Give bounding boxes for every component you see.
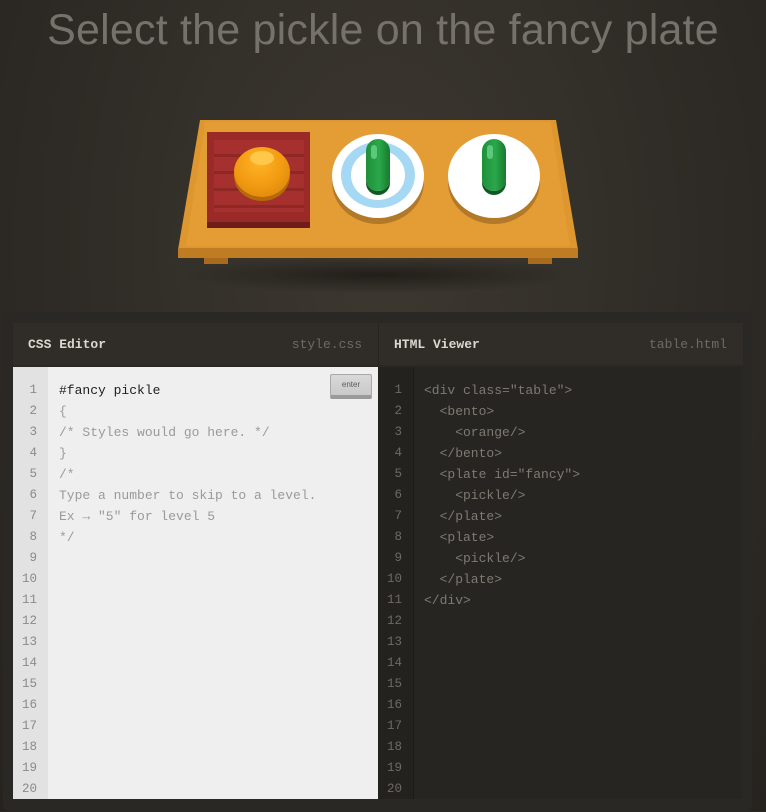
markup-line[interactable]: </bento> xyxy=(424,443,580,464)
table-leg-left xyxy=(204,257,228,264)
css-code[interactable]: #fancy pickle { /* Styles would go here. *… xyxy=(59,380,316,548)
line-number: 20 xyxy=(386,782,402,796)
line-number: 11 xyxy=(386,593,402,607)
line-number: 1 xyxy=(394,383,402,397)
line-number: 4 xyxy=(394,446,402,460)
line-number: 11 xyxy=(21,593,37,607)
line-number: 15 xyxy=(386,677,402,691)
css-selector-input[interactable]: #fancy pickle xyxy=(59,380,316,401)
html-file-name: table.html xyxy=(648,337,727,352)
table-edge xyxy=(178,248,578,258)
markup-line[interactable]: <orange/> xyxy=(424,422,580,443)
line-number: 8 xyxy=(29,530,37,544)
line-number: 9 xyxy=(394,551,402,565)
line-number: 3 xyxy=(394,425,402,439)
line-number: 5 xyxy=(394,467,402,481)
markup-line[interactable]: <plate id="fancy"> xyxy=(424,464,580,485)
css-file-name: style.css xyxy=(291,337,362,352)
line-number: 14 xyxy=(21,656,37,670)
html-viewer-title: HTML Viewer xyxy=(394,337,480,352)
table-shadow xyxy=(180,256,580,294)
line-number: 14 xyxy=(386,656,402,670)
markup-line[interactable]: <div class="table"> xyxy=(424,380,580,401)
line-number: 7 xyxy=(29,509,37,523)
line-number: 15 xyxy=(21,677,37,691)
line-number: 17 xyxy=(21,719,37,733)
code-line: } xyxy=(59,446,67,461)
html-markup: <div class="table"> <bento> <orange/> </… xyxy=(424,380,580,611)
line-number: 9 xyxy=(29,551,37,565)
line-number: 5 xyxy=(29,467,37,481)
markup-line[interactable]: <pickle/> xyxy=(424,548,580,569)
code-line: Ex → "5" for level 5 xyxy=(59,509,216,524)
line-number: 7 xyxy=(394,509,402,523)
line-number: 6 xyxy=(29,488,37,502)
markup-line[interactable]: </plate> xyxy=(424,506,580,527)
line-number: 4 xyxy=(29,446,37,460)
line-number: 12 xyxy=(386,614,402,628)
line-number: 2 xyxy=(29,404,37,418)
code-line: Type a number to skip to a level. xyxy=(59,488,317,503)
line-number: 20 xyxy=(21,782,37,796)
code-line: /* xyxy=(59,467,75,482)
line-number: 2 xyxy=(394,404,402,418)
line-number: 13 xyxy=(21,635,37,649)
pickle-on-plate[interactable] xyxy=(482,139,506,191)
line-number: 10 xyxy=(386,572,402,586)
line-number: 6 xyxy=(394,488,402,502)
line-number: 16 xyxy=(21,698,37,712)
line-number: 1 xyxy=(29,383,37,397)
css-editor-title: CSS Editor xyxy=(28,337,107,352)
line-number: 10 xyxy=(21,572,37,586)
line-number: 19 xyxy=(21,761,37,775)
markup-line[interactable]: </plate> xyxy=(424,569,580,590)
line-number: 17 xyxy=(386,719,402,733)
css-editor-header: CSS Editor style.css xyxy=(13,323,378,365)
enter-button[interactable]: enter xyxy=(330,374,372,399)
code-line: /* Styles would go here. */ xyxy=(59,425,270,440)
line-number: 13 xyxy=(386,635,402,649)
code-line: { xyxy=(59,404,67,419)
html-viewer-header: HTML Viewer table.html xyxy=(378,323,743,365)
html-line-numbers: 1 2 3 4 5 6 7 8 9 10 11 12 13 14 15 16 1… xyxy=(378,380,402,800)
css-line-numbers: 1 2 3 4 5 6 7 8 9 10 11 12 13 14 15 16 1… xyxy=(13,380,37,800)
line-number: 16 xyxy=(386,698,402,712)
markup-line[interactable]: <pickle/> xyxy=(424,485,580,506)
markup-line[interactable]: <bento> xyxy=(424,401,580,422)
markup-line[interactable]: <plate> xyxy=(424,527,580,548)
code-line: */ xyxy=(59,530,75,545)
line-number: 3 xyxy=(29,425,37,439)
markup-line[interactable]: </div> xyxy=(424,590,580,611)
line-number: 18 xyxy=(386,740,402,754)
pickle-on-fancy-plate[interactable] xyxy=(366,139,390,191)
table-leg-right xyxy=(528,257,552,264)
line-number: 8 xyxy=(394,530,402,544)
line-number: 19 xyxy=(386,761,402,775)
line-number: 18 xyxy=(21,740,37,754)
line-number: 12 xyxy=(21,614,37,628)
level-instruction: Select the pickle on the fancy plate xyxy=(47,6,719,54)
orange-highlight xyxy=(250,151,274,165)
